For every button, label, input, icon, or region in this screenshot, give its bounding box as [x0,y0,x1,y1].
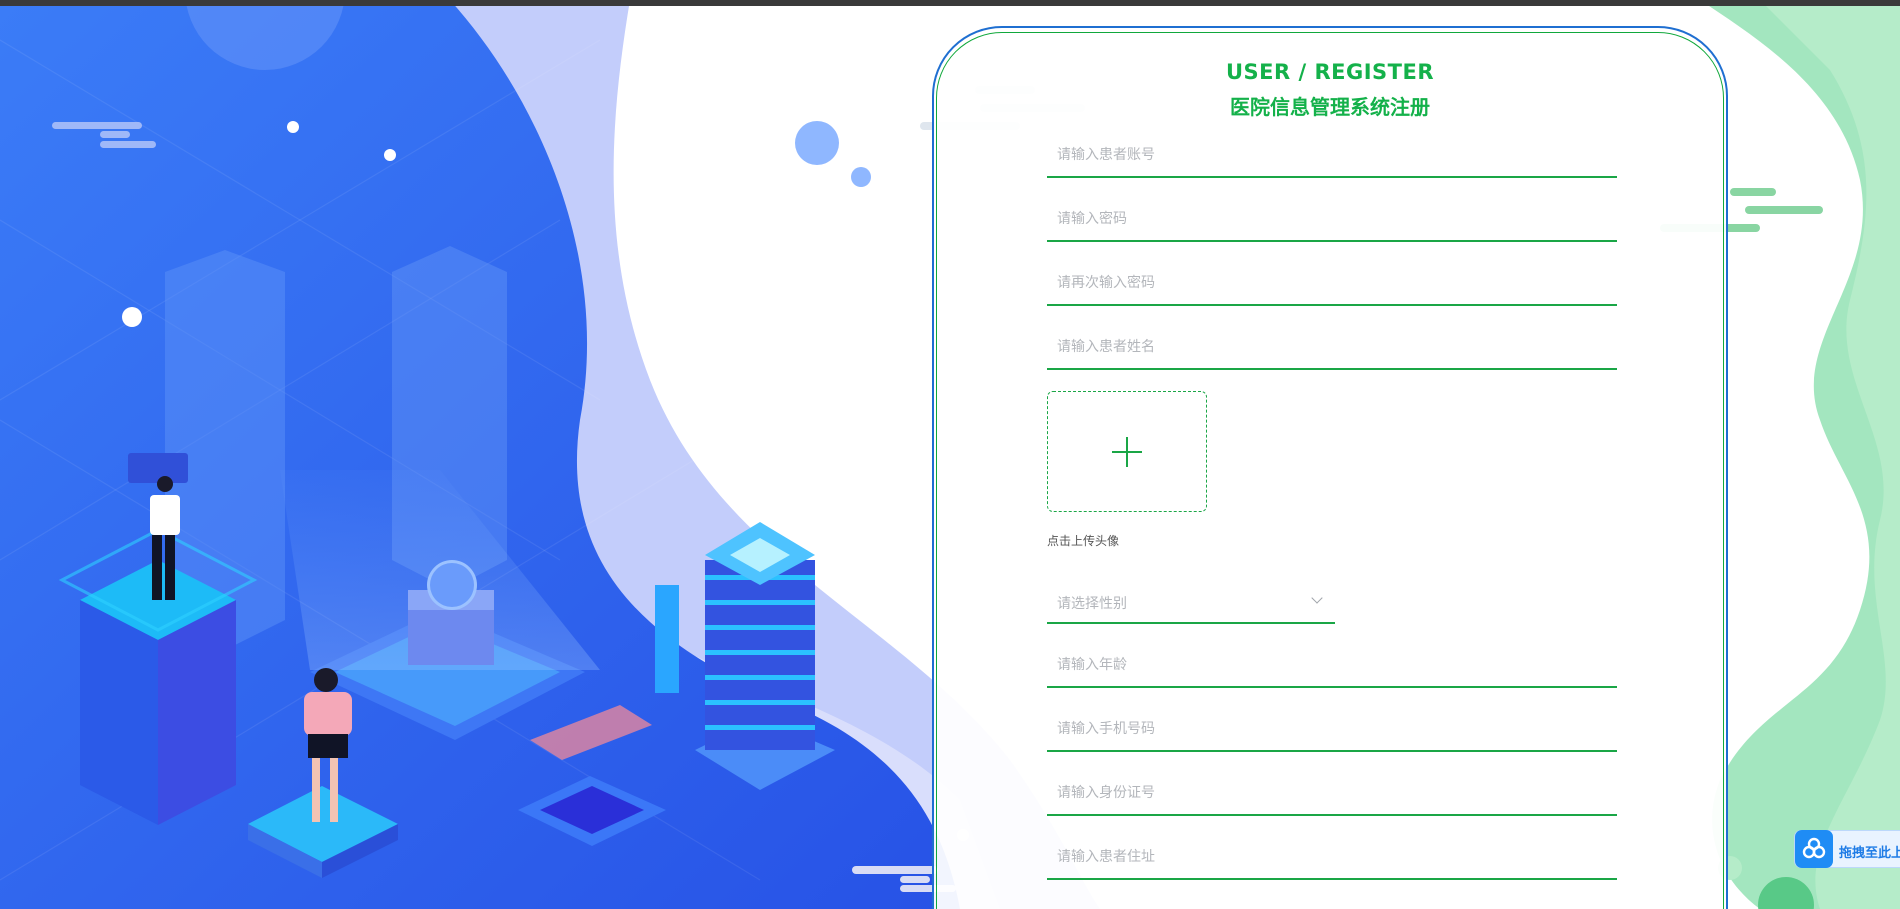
baidu-netdisk-icon [1795,830,1833,868]
phone-field[interactable] [1047,708,1617,752]
avatar-upload-button[interactable] [1047,391,1207,512]
password-field[interactable] [1047,198,1617,242]
drag-upload-widget[interactable]: 拖拽至此上 [1794,830,1900,868]
chevron-down-icon [1311,592,1323,604]
account-input[interactable] [1047,134,1617,176]
name-field[interactable] [1047,326,1617,370]
title-en: USER / REGISTER [1225,60,1434,84]
phone-input[interactable] [1047,708,1617,750]
browser-top-bar [0,0,1900,6]
avatar-upload-label: 点击上传头像 [1047,534,1120,548]
server-stack [695,522,835,790]
gender-select[interactable]: 请选择性别 [1047,580,1335,624]
title-cn: 医院信息管理系统注册 [1230,95,1430,119]
name-input[interactable] [1047,326,1617,368]
age-field[interactable] [1047,644,1617,688]
confirm-password-input[interactable] [1047,262,1617,304]
id-card-field[interactable] [1047,772,1617,816]
register-page: USER / REGISTER 医院信息管理系统注册 点击上传头像 请选择性别 [0,0,1900,909]
id-card-input[interactable] [1047,772,1617,814]
plus-icon [1112,436,1142,467]
password-input[interactable] [1047,198,1617,240]
gender-select-value: 请选择性别 [1057,596,1127,612]
confirm-password-field[interactable] [1047,262,1617,306]
account-field[interactable] [1047,134,1617,178]
person-screen [128,453,188,483]
address-input[interactable] [1047,836,1617,878]
drag-upload-label: 拖拽至此上 [1839,846,1900,861]
address-field[interactable] [1047,836,1617,880]
age-input[interactable] [1047,644,1617,686]
